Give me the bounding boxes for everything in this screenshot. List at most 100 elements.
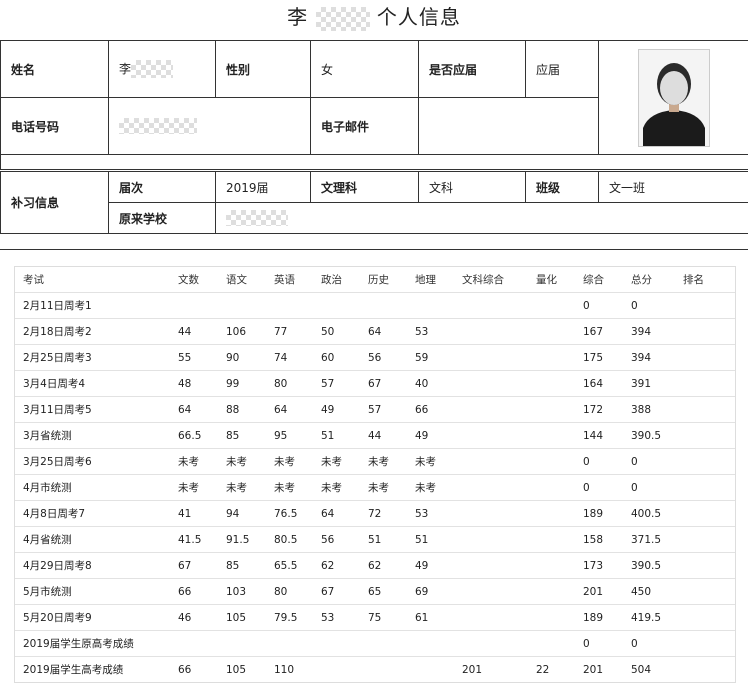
table-cell: 99: [218, 370, 266, 397]
table-cell: [528, 396, 575, 423]
table-row: 5月市统测 66 103 80 67 65 69 201 450: [15, 578, 735, 605]
tutoring-section-label: 补习信息: [0, 171, 109, 234]
school-label: 原来学校: [108, 202, 216, 234]
table-cell: 0: [575, 474, 623, 501]
table-cell: 65.5: [266, 552, 313, 579]
table-cell: 85: [218, 422, 266, 449]
table-cell: 172: [575, 396, 623, 423]
column-header: 考试: [23, 274, 44, 286]
table-cell: 61: [407, 604, 454, 631]
table-cell: 49: [407, 552, 454, 579]
table-cell: 80: [266, 370, 313, 397]
table-cell: 62: [360, 552, 407, 579]
table-cell: [528, 318, 575, 345]
table-cell: 51: [313, 422, 360, 449]
scores-table: 考试 文数 语文 英语 政治 历史 地理 文科综合 量化 综合 总分 排名 2月11日周考1 0 0 2月1…: [15, 267, 735, 682]
table-cell: 64: [360, 318, 407, 345]
table-cell: 未考: [218, 448, 266, 475]
table-cell: [675, 656, 735, 682]
table-cell: 0: [575, 292, 623, 319]
table-row: 5月20日周考9 46 105 79.5 53 75 61 189 419.5: [15, 604, 735, 631]
table-cell: 66: [170, 578, 218, 605]
table-cell: 3月11日周考5: [15, 396, 170, 423]
redaction-mask-icon: [226, 210, 288, 226]
table-cell: 85: [218, 552, 266, 579]
table-cell: 40: [407, 370, 454, 397]
table-cell: 62: [313, 552, 360, 579]
gender-label: 性别: [215, 40, 311, 98]
table-cell: [675, 526, 735, 553]
table-cell: 41: [170, 500, 218, 527]
portrait-icon: [638, 49, 709, 146]
table-cell: 未考: [266, 474, 313, 501]
table-cell: 164: [575, 370, 623, 397]
column-header: 历史: [368, 274, 389, 286]
table-cell: [454, 370, 528, 397]
table-cell: 371.5: [623, 526, 675, 553]
table-cell: 56: [360, 344, 407, 371]
table-cell: 53: [313, 604, 360, 631]
table-cell: 201: [575, 656, 623, 682]
table-cell: 79.5: [266, 604, 313, 631]
table-cell: [528, 448, 575, 475]
phone-label: 电话号码: [0, 97, 109, 155]
redaction-mask-icon: [315, 6, 370, 31]
table-cell: 2月18日周考2: [15, 318, 170, 345]
tutoring-info-table: 补习信息 届次 2019届 文理科 文科 班级 文一班 原来学校: [0, 171, 748, 234]
redaction-mask-icon: [119, 118, 197, 134]
table-cell: 0: [623, 474, 675, 501]
table-cell: 3月25日周考6: [15, 448, 170, 475]
table-cell: 189: [575, 500, 623, 527]
table-cell: 51: [360, 526, 407, 553]
track-label: 文理科: [310, 171, 419, 203]
table-cell: 未考: [170, 448, 218, 475]
table-cell: 53: [407, 500, 454, 527]
table-cell: 391: [623, 370, 675, 397]
column-header: 语文: [226, 274, 247, 286]
table-cell: 2月11日周考1: [15, 292, 170, 319]
table-cell: [266, 630, 313, 657]
table-cell: [675, 500, 735, 527]
table-cell: 105: [218, 604, 266, 631]
table-cell: 2019届学生高考成绩: [15, 656, 170, 682]
column-header: 总分: [631, 274, 652, 286]
table-cell: 0: [623, 292, 675, 319]
table-cell: 60: [313, 344, 360, 371]
table-cell: 110: [266, 656, 313, 682]
basic-info-table: 姓名 李 性别 女 是否应届 应届 电话号码 电子邮件: [0, 40, 748, 170]
column-header: 文科综合: [462, 274, 504, 286]
fresh-value: 应届: [525, 40, 599, 98]
table-row: 3月11日周考5 64 88 64 49 57 66 172 388: [15, 396, 735, 423]
table-cell: 106: [218, 318, 266, 345]
table-cell: 未考: [170, 474, 218, 501]
table-cell: [528, 552, 575, 579]
table-cell: 69: [407, 578, 454, 605]
table-row: 4月8日周考7 41 94 76.5 64 72 53 189 400.5: [15, 500, 735, 527]
table-row: 2月11日周考1 0 0: [15, 292, 735, 319]
table-cell: 201: [454, 656, 528, 682]
table-cell: [407, 656, 454, 682]
table-cell: 未考: [218, 474, 266, 501]
table-cell: 419.5: [623, 604, 675, 631]
table-cell: 388: [623, 396, 675, 423]
table-cell: 80.5: [266, 526, 313, 553]
table-cell: 80: [266, 578, 313, 605]
table-cell: 158: [575, 526, 623, 553]
table-cell: 76.5: [266, 500, 313, 527]
class-value: 文一班: [598, 171, 748, 203]
photo-cell: [598, 40, 748, 155]
table-cell: [454, 526, 528, 553]
table-cell: 49: [313, 396, 360, 423]
table-cell: [360, 630, 407, 657]
table-cell: 66.5: [170, 422, 218, 449]
table-cell: 未考: [407, 448, 454, 475]
table-cell: 未考: [360, 448, 407, 475]
gender-value: 女: [310, 40, 419, 98]
session-label: 届次: [108, 171, 216, 203]
table-cell: 41.5: [170, 526, 218, 553]
table-cell: [675, 552, 735, 579]
table-cell: [454, 422, 528, 449]
table-cell: [528, 630, 575, 657]
table-cell: 0: [575, 630, 623, 657]
table-cell: 4月8日周考7: [15, 500, 170, 527]
